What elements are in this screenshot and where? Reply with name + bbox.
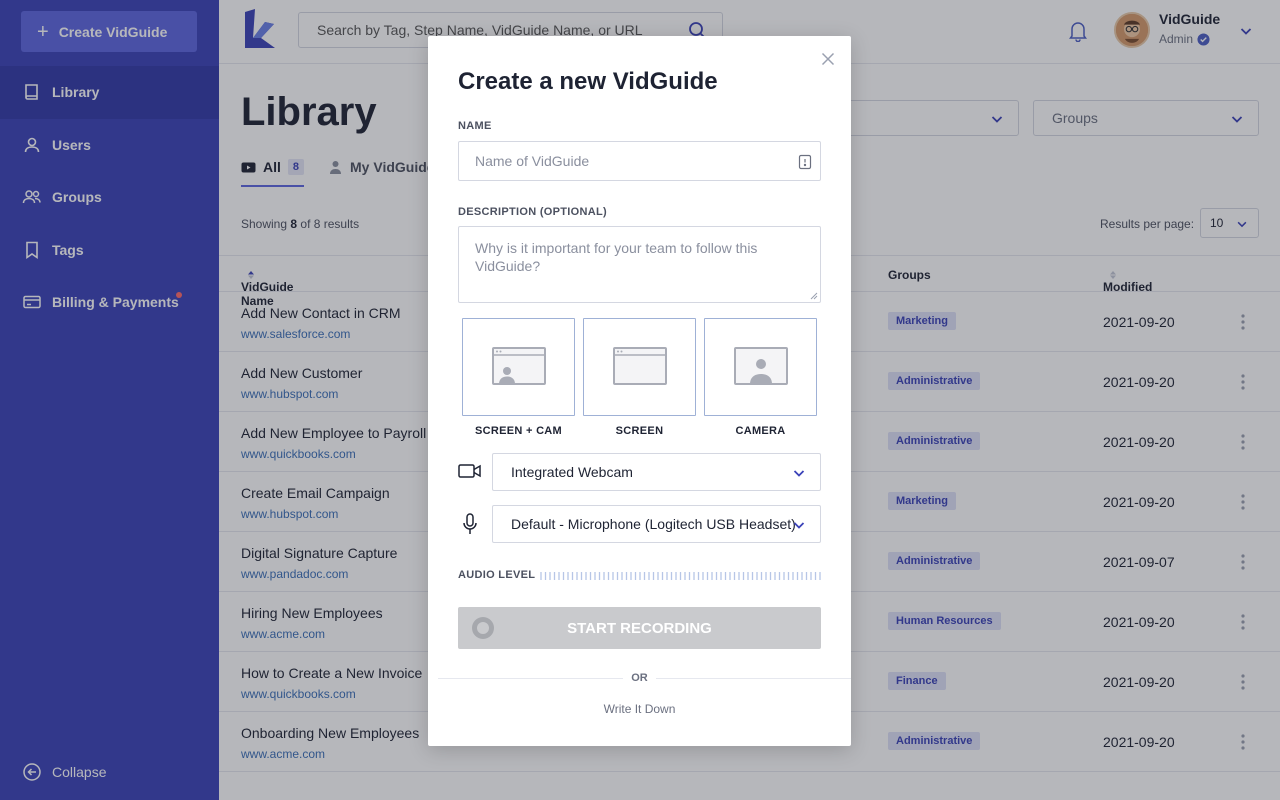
close-icon[interactable] (821, 52, 835, 66)
mode-camera-box[interactable] (704, 318, 817, 416)
camera-select[interactable]: Integrated Webcam (492, 453, 821, 491)
text-input-icon (798, 154, 812, 170)
chevron-down-icon (793, 522, 805, 529)
recording-mode-options: SCREEN + CAM SCREEN CAMERA (462, 318, 825, 437)
microphone-select-value: Default - Microphone (Logitech USB Heads… (511, 516, 796, 532)
mode-camera[interactable]: CAMERA (704, 318, 817, 437)
microphone-icon (463, 513, 477, 534)
modal-title: Create a new VidGuide (458, 68, 718, 95)
mode-screen-box[interactable] (583, 318, 696, 416)
name-label: NAME (458, 120, 492, 132)
start-recording-label: START RECORDING (567, 619, 712, 637)
microphone-select[interactable]: Default - Microphone (Logitech USB Heads… (492, 505, 821, 543)
description-label: DESCRIPTION (OPTIONAL) (458, 206, 607, 218)
mode-label: SCREEN + CAM (474, 425, 563, 437)
or-label: OR (623, 672, 656, 684)
start-recording-button[interactable]: START RECORDING (458, 607, 821, 649)
create-vidguide-modal: Create a new VidGuide NAME Name of VidGu… (428, 36, 851, 746)
screen-icon (612, 347, 667, 385)
description-placeholder: Why is it important for your team to fol… (475, 240, 758, 274)
camera-select-value: Integrated Webcam (511, 464, 633, 480)
record-icon (472, 617, 494, 639)
mode-screen-cam[interactable]: SCREEN + CAM (462, 318, 575, 437)
mode-label: SCREEN (615, 425, 664, 437)
mode-screen[interactable]: SCREEN (583, 318, 696, 437)
audio-level-label: AUDIO LEVEL (458, 569, 536, 581)
audio-level-meter (540, 572, 821, 580)
chevron-down-icon (793, 470, 805, 477)
name-placeholder: Name of VidGuide (475, 153, 590, 169)
resize-grip-icon[interactable] (808, 290, 818, 300)
mode-screen-cam-box[interactable] (462, 318, 575, 416)
video-camera-icon (458, 464, 481, 478)
camera-person-icon (733, 347, 788, 385)
description-field[interactable]: Why is it important for your team to fol… (458, 226, 821, 303)
screen-cam-icon (491, 347, 546, 385)
or-separator: OR (428, 672, 851, 684)
write-it-down-link[interactable]: Write It Down (428, 702, 851, 716)
mode-label: CAMERA (735, 425, 786, 437)
name-field[interactable]: Name of VidGuide (458, 141, 821, 181)
